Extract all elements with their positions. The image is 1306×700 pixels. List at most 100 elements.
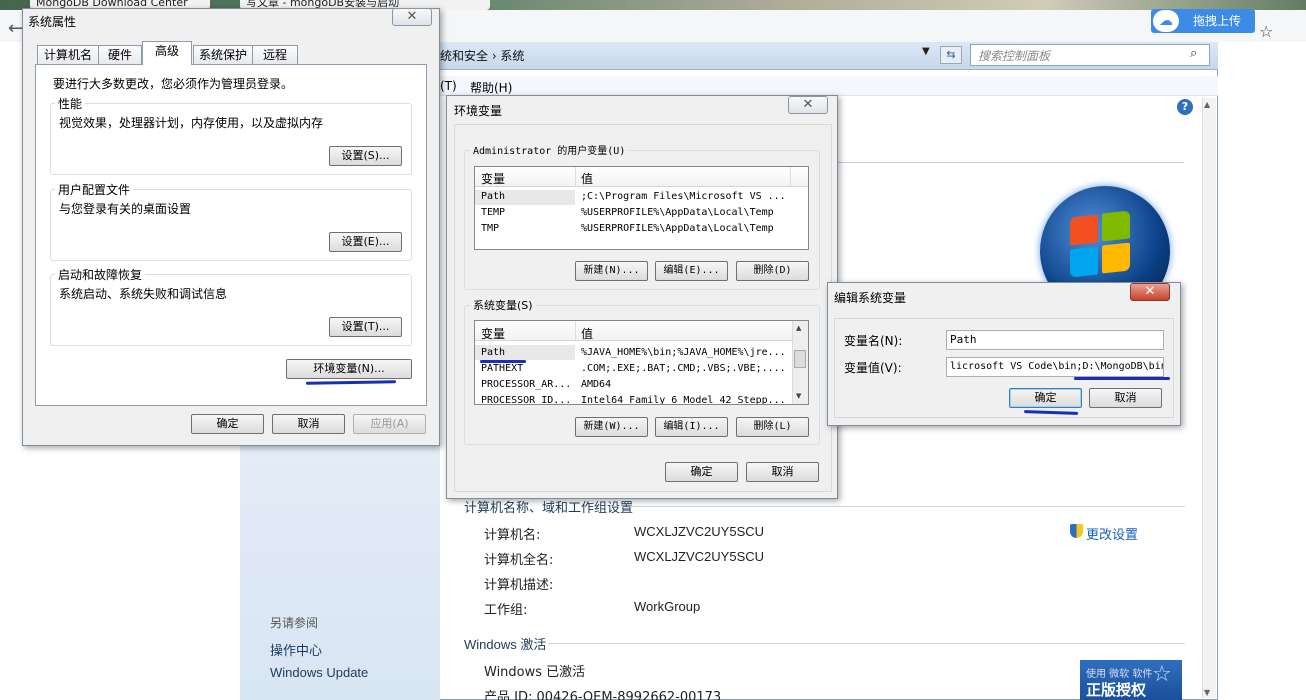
tab-hardware[interactable]: 硬件: [98, 45, 142, 65]
cancel-button[interactable]: 取消: [272, 414, 345, 434]
product-id: 产品 ID: 00426-OEM-8992662-00173: [484, 690, 722, 700]
scroll-up-icon[interactable]: ▲: [1204, 100, 1210, 109]
cancel-button[interactable]: 取消: [746, 462, 819, 482]
sidebar-link-action-center[interactable]: 操作中心: [270, 640, 322, 659]
column-divider: [790, 167, 791, 187]
user-delete-button[interactable]: 删除(D): [736, 261, 809, 281]
startup-recovery-desc: 系统启动、系统失败和调试信息: [59, 287, 228, 301]
user-var-name[interactable]: Path: [481, 191, 505, 202]
sys-var-name[interactable]: PROCESSOR_ID...: [481, 395, 571, 404]
close-button[interactable]: ✕: [392, 8, 432, 26]
user-var-name[interactable]: TMP: [481, 223, 499, 234]
computer-fullname-value: WCXLJZVC2UY5SCU: [634, 549, 765, 564]
ok-button[interactable]: 确定: [665, 462, 738, 482]
genuine-badge-text: 正版授权: [1086, 681, 1147, 699]
user-var-value[interactable]: ;C:\Program Files\Microsoft VS ...: [581, 191, 786, 202]
user-profiles-settings-button[interactable]: 设置(E)...: [329, 232, 402, 252]
divider: [838, 162, 1184, 163]
sys-var-value[interactable]: Intel64 Family 6 Model 42 Stepp...: [581, 395, 786, 404]
activation-status: Windows 已激活: [484, 665, 586, 680]
tab-system-protection[interactable]: 系统保护: [193, 45, 253, 65]
genuine-badge-small: 使用 微软 软件: [1086, 669, 1153, 680]
change-settings-link[interactable]: 更改设置: [1086, 524, 1138, 543]
cancel-button[interactable]: 取消: [1089, 388, 1162, 408]
sys-var-name[interactable]: PROCESSOR_AR...: [481, 379, 571, 390]
variable-value-field[interactable]: licrosoft VS Code\bin;D:\MongoDB\bin: [946, 357, 1164, 377]
tab-advanced[interactable]: 高级: [142, 41, 192, 65]
variable-name-field[interactable]: Path: [946, 330, 1164, 350]
sys-var-value[interactable]: .COM;.EXE;.BAT;.CMD;.VBS;.VBE;....: [581, 363, 786, 374]
ok-button[interactable]: 确定: [191, 414, 264, 434]
cloud-icon: ☁: [1153, 10, 1179, 32]
sys-var-value[interactable]: AMD64: [581, 379, 611, 390]
column-header-value[interactable]: 值: [581, 170, 593, 187]
workgroup-label: 工作组:: [484, 603, 528, 618]
sys-var-name[interactable]: PATHEXT: [481, 363, 523, 374]
list-header: [475, 321, 792, 341]
user-new-button[interactable]: 新建(N)...: [575, 261, 648, 281]
computer-name-label: 计算机名:: [484, 528, 541, 543]
sys-var-value[interactable]: %JAVA_HOME%\bin;%JAVA_HOME%\jre...: [581, 347, 786, 358]
system-new-button[interactable]: 新建(W)...: [575, 417, 648, 437]
user-var-name[interactable]: TEMP: [481, 207, 505, 218]
search-placeholder: 搜索控制面板: [978, 49, 1051, 63]
apply-button[interactable]: 应用(A): [353, 414, 426, 434]
sys-var-name[interactable]: Path: [481, 347, 505, 358]
ok-button[interactable]: 确定: [1009, 388, 1082, 408]
column-header-variable[interactable]: 变量: [481, 325, 505, 342]
scroll-down-icon[interactable]: ▼: [796, 392, 801, 400]
help-icon[interactable]: ?: [1177, 99, 1193, 115]
chevron-down-icon[interactable]: ▼: [922, 46, 930, 57]
breadcrumb[interactable]: 统和安全 › 系统: [440, 47, 524, 64]
environment-variables-title: 环境变量: [454, 104, 503, 118]
performance-title: 性能: [55, 95, 86, 112]
variable-name-label: 变量名(N):: [844, 334, 903, 348]
edit-system-variable-title: 编辑系统变量: [834, 291, 907, 305]
scroll-up-icon[interactable]: ▲: [796, 324, 801, 332]
divider: [548, 643, 1185, 644]
environment-variables-button[interactable]: 环境变量(N)...: [286, 359, 412, 379]
list-header: [475, 167, 808, 187]
system-delete-button[interactable]: 删除(L): [736, 417, 809, 437]
sidebar-link-windows-update[interactable]: Windows Update: [270, 665, 368, 680]
underline-annotation: [1074, 377, 1170, 380]
column-header-variable[interactable]: 变量: [481, 170, 505, 187]
see-also-heading: 另请参阅: [270, 616, 319, 630]
search-icon[interactable]: ⌕: [1190, 46, 1197, 61]
star-icon[interactable]: ☆: [1259, 22, 1273, 41]
system-properties-title: 系统属性: [28, 15, 77, 29]
user-var-value[interactable]: %USERPROFILE%\AppData\Local\Temp: [581, 207, 774, 218]
menu-item-help[interactable]: 帮助(H): [470, 79, 512, 96]
tab-remote[interactable]: 远程: [252, 45, 298, 65]
tab-computer-name[interactable]: 计算机名: [37, 45, 99, 65]
computer-name-section-title: 计算机名称、域和工作组设置: [464, 501, 634, 516]
variable-value-label: 变量值(V):: [844, 361, 902, 375]
user-profiles-title: 用户配置文件: [55, 181, 134, 198]
scroll-down-icon[interactable]: ▼: [1204, 688, 1210, 697]
user-var-value[interactable]: %USERPROFILE%\AppData\Local\Temp: [581, 223, 774, 234]
column-header-value[interactable]: 值: [581, 325, 593, 342]
system-edit-button[interactable]: 编辑(I)...: [655, 417, 728, 437]
admin-note: 要进行大多数更改，您必须作为管理员登录。: [53, 77, 294, 91]
computer-fullname-label: 计算机全名:: [484, 553, 554, 568]
refresh-icon[interactable]: ⇆: [940, 46, 962, 64]
computer-description-label: 计算机描述:: [484, 578, 554, 593]
performance-settings-button[interactable]: 设置(S)...: [329, 146, 402, 166]
close-button[interactable]: ✕: [1130, 283, 1170, 301]
activation-section-title: Windows 激活: [464, 637, 547, 652]
shield-icon: [1070, 524, 1083, 538]
star-icon: ☆: [1152, 662, 1172, 687]
user-edit-button[interactable]: 编辑(E)...: [655, 261, 728, 281]
back-arrow-icon[interactable]: ←: [8, 18, 23, 39]
startup-recovery-settings-button[interactable]: 设置(T)...: [329, 317, 402, 337]
column-divider: [575, 321, 576, 341]
baidu-upload-label: 拖拽上传: [1193, 14, 1242, 28]
scrollbar[interactable]: [1202, 98, 1216, 698]
close-button[interactable]: ✕: [788, 96, 828, 114]
divider: [630, 506, 1185, 507]
startup-recovery-title: 启动和故障恢复: [55, 266, 146, 283]
workgroup-value: WorkGroup: [634, 599, 701, 614]
scroll-thumb[interactable]: [794, 350, 806, 368]
performance-desc: 视觉效果，处理器计划，内存使用，以及虚拟内存: [59, 116, 324, 130]
menu-item-tools[interactable]: (T): [440, 79, 457, 93]
